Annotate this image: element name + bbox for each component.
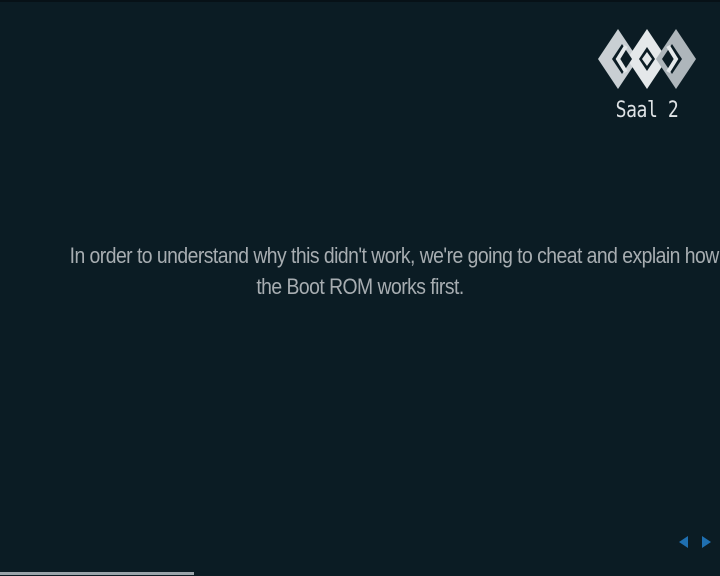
room-label: Saal 2 (615, 98, 679, 123)
slide-text-line: the Boot ROM works first. (256, 274, 464, 299)
conference-logo-icon (598, 29, 696, 89)
arrow-right-icon[interactable] (700, 534, 714, 550)
video-frame: Saal 2 In order to understand why this d… (0, 0, 720, 576)
frame-top-edge (0, 0, 720, 2)
slide-text-line: In order to understand why this didn't w… (69, 243, 720, 268)
slide-navigation (676, 534, 716, 550)
slide-text: In order to understand why this didn't w… (30, 240, 720, 302)
progress-bar (0, 572, 720, 576)
arrow-left-icon[interactable] (676, 534, 690, 550)
progress-fill (0, 572, 195, 575)
